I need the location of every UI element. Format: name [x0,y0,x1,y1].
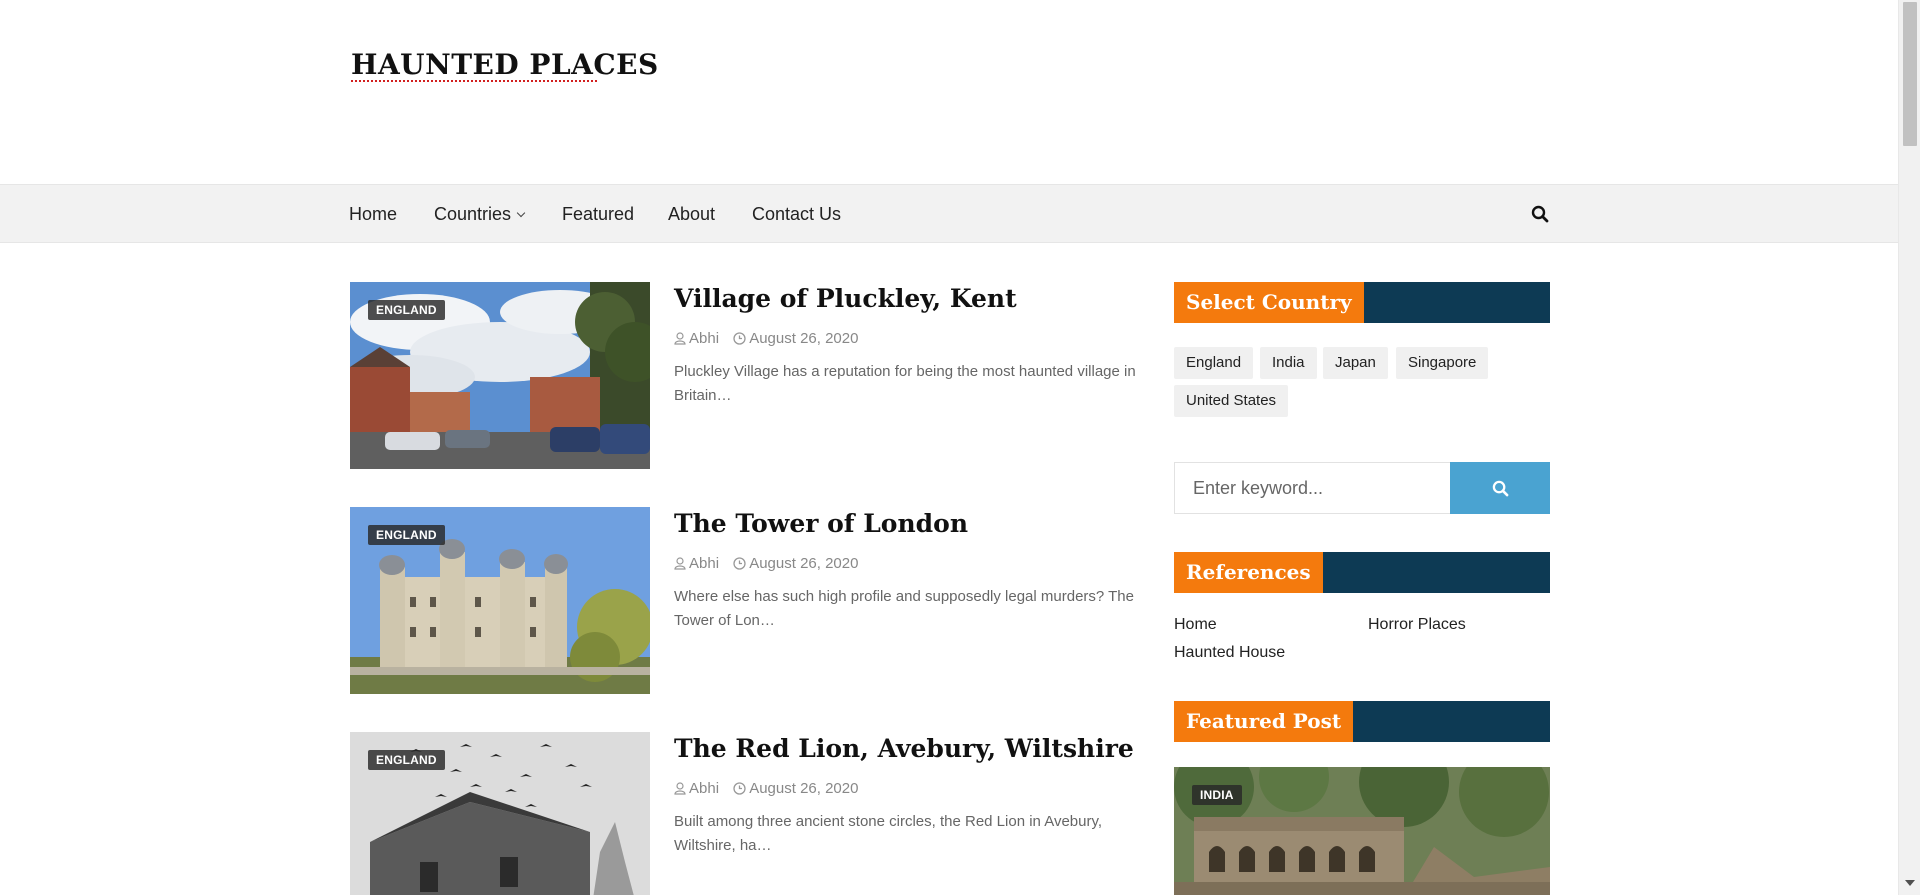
post-author[interactable]: Abhi [674,780,719,797]
reference-link-horror-places[interactable]: Horror Places [1368,616,1466,634]
page: HAUNTED PLACES Home Countries Featured A… [0,0,1898,895]
scroll-down-arrow-icon[interactable] [1905,880,1915,886]
widget-title-label: References [1174,552,1323,593]
category-badge[interactable]: ENGLAND [368,525,445,545]
post-meta: Abhi August 26, 2020 [674,555,868,572]
nav-item-featured[interactable]: Featured [562,204,634,225]
scrollbar[interactable] [1898,0,1920,895]
widget-title-references: References [1174,552,1550,593]
post-excerpt: Where else has such high profile and sup… [674,588,1134,629]
country-tag-singapore[interactable]: Singapore [1396,347,1489,379]
country-tag-india[interactable]: India [1260,347,1317,379]
post-thumbnail[interactable]: ENGLAND [350,507,650,694]
country-tag-england[interactable]: England [1174,347,1254,379]
scrollbar-thumb[interactable] [1903,2,1917,146]
country-tag-japan[interactable]: Japan [1323,347,1388,379]
category-badge[interactable]: ENGLAND [368,750,445,770]
category-badge[interactable]: INDIA [1192,785,1242,805]
reference-link-home[interactable]: Home [1174,616,1217,634]
search-icon [1492,480,1509,497]
nav-item-contact[interactable]: Contact Us [752,204,841,225]
site-header: HAUNTED PLACES [0,0,1898,184]
post-card: ENGLAND Village of Pluckley, Kent Abhi A… [350,282,1140,470]
country-tag-united-states[interactable]: United States [1174,385,1289,417]
post-thumbnail[interactable]: ENGLAND [350,282,650,469]
post-date[interactable]: August 26, 2020 [733,780,858,797]
post-card: ENGLAND The Red Lion, Avebury, Wiltshire… [350,732,1140,895]
post-excerpt: Built among three ancient stone circles,… [674,813,1103,854]
user-icon [674,557,686,570]
widget-title-featured-post: Featured Post [1174,701,1550,742]
reference-link-haunted-house[interactable]: Haunted House [1174,644,1285,662]
search-icon[interactable] [1531,205,1551,225]
post-date[interactable]: August 26, 2020 [733,555,858,572]
post-title[interactable]: The Tower of London [674,509,968,538]
widget-title-select-country: Select Country [1174,282,1550,323]
post-meta: Abhi August 26, 2020 [674,330,868,347]
search-input[interactable] [1174,462,1450,514]
widget-title-label: Featured Post [1174,701,1354,742]
post-card: ENGLAND The Tower of London Abhi August … [350,507,1140,695]
sidebar-search [1174,462,1550,514]
site-logo[interactable]: HAUNTED PLACES [351,48,659,81]
clock-icon [733,332,746,345]
clock-icon [733,782,746,795]
post-title[interactable]: The Red Lion, Avebury, Wiltshire [674,734,1134,763]
post-meta: Abhi August 26, 2020 [674,780,868,797]
user-icon [674,782,686,795]
post-date[interactable]: August 26, 2020 [733,330,858,347]
post-author[interactable]: Abhi [674,555,719,572]
post-title[interactable]: Village of Pluckley, Kent [674,284,1017,313]
logo-underline [351,79,597,82]
nav-item-home[interactable]: Home [349,204,397,225]
category-badge[interactable]: ENGLAND [368,300,445,320]
search-button[interactable] [1450,462,1550,514]
nav-item-countries-label: Countries [434,204,512,224]
nav-item-about[interactable]: About [668,204,715,225]
post-thumbnail[interactable]: ENGLAND [350,732,650,895]
clock-icon [733,557,746,570]
post-excerpt: Pluckley Village has a reputation for be… [674,363,1136,404]
post-author[interactable]: Abhi [674,330,719,347]
nav-item-countries[interactable]: Countries [434,204,526,225]
main-nav: Home Countries Featured About Contact Us [0,184,1898,243]
widget-title-label: Select Country [1174,282,1364,323]
chevron-down-icon [516,208,526,218]
featured-post-thumbnail[interactable]: INDIA [1174,767,1550,895]
user-icon [674,332,686,345]
